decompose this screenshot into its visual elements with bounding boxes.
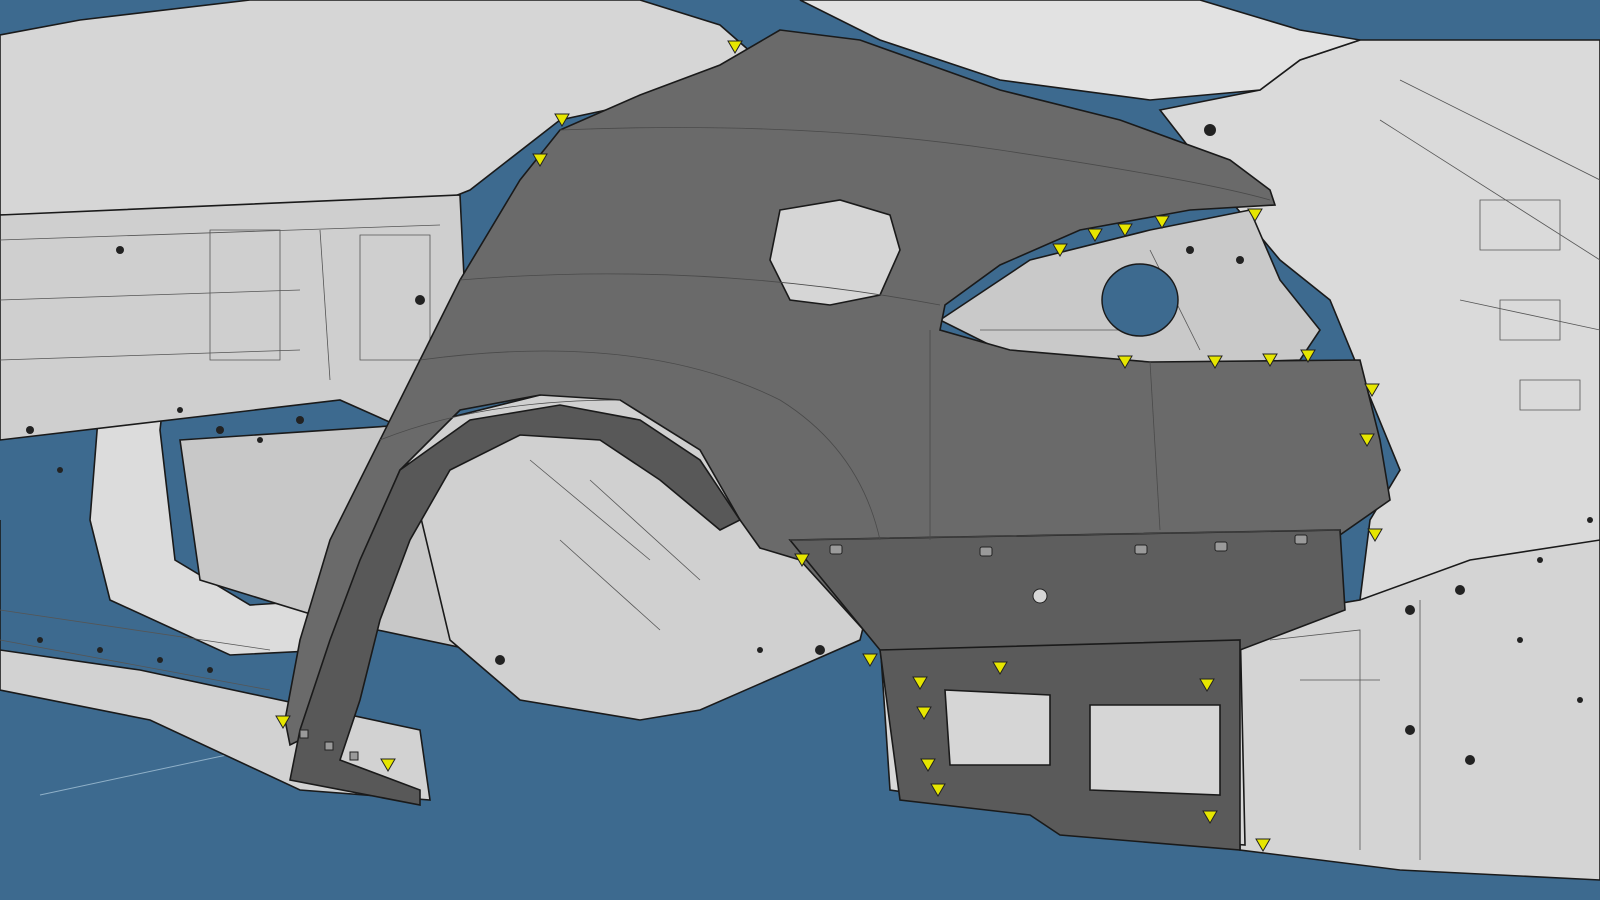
quarter-panel-lower[interactable] xyxy=(788,529,1346,656)
car-body-model[interactable] xyxy=(0,0,1600,900)
ground-reference-line xyxy=(39,749,251,796)
weld-marker[interactable] xyxy=(1117,223,1133,237)
weld-marker[interactable] xyxy=(1087,228,1103,242)
gusset-cutout-right xyxy=(1089,704,1221,796)
weld-marker[interactable] xyxy=(862,653,878,667)
inner-round-hole xyxy=(1101,263,1179,337)
fuel-door-opening[interactable] xyxy=(769,199,901,306)
gusset-cutout-left xyxy=(944,689,1051,766)
inner-openings xyxy=(1101,263,1179,337)
cad-viewport[interactable] xyxy=(0,0,1600,900)
